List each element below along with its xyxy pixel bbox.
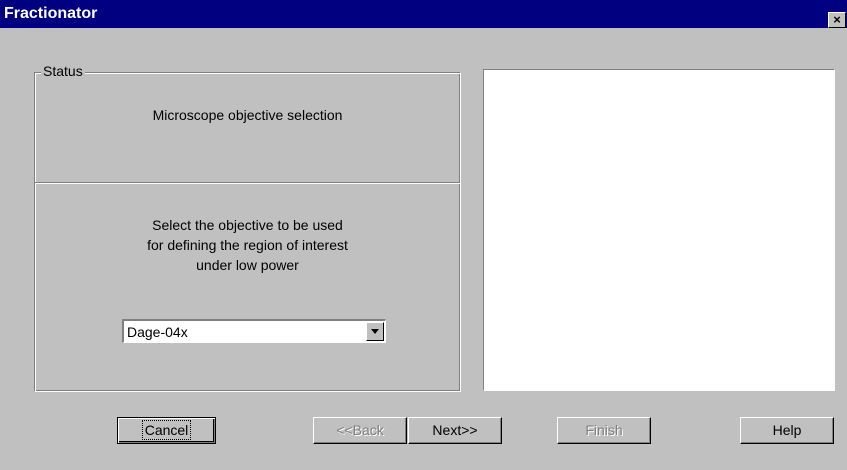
help-button-label: Help bbox=[772, 422, 802, 438]
instruction-text: Select the objective to be used for defi… bbox=[35, 215, 460, 275]
objective-select-value: Dage-04x bbox=[127, 324, 188, 340]
window-title: Fractionator bbox=[4, 5, 98, 22]
fractionator-dialog: Fractionator × Status Microscope objecti… bbox=[0, 0, 847, 470]
cancel-button[interactable]: Cancel bbox=[117, 417, 216, 444]
next-button-label: Next>> bbox=[432, 422, 478, 438]
finish-button[interactable]: Finish bbox=[557, 417, 651, 444]
triangle-down-icon bbox=[371, 329, 379, 334]
instruction-line-3: under low power bbox=[196, 257, 299, 273]
title-bar[interactable]: Fractionator × bbox=[0, 0, 847, 28]
back-button[interactable]: <<Back bbox=[313, 417, 407, 444]
close-button[interactable]: × bbox=[828, 12, 846, 28]
next-button[interactable]: Next>> bbox=[408, 417, 502, 444]
cancel-button-label: Cancel bbox=[141, 420, 192, 440]
status-divider bbox=[35, 182, 460, 184]
dropdown-button[interactable] bbox=[366, 322, 384, 341]
status-group-label: Status bbox=[41, 62, 85, 80]
back-button-label: <<Back bbox=[336, 422, 384, 438]
finish-button-label: Finish bbox=[585, 422, 623, 438]
help-button[interactable]: Help bbox=[740, 417, 834, 444]
objective-select[interactable]: Dage-04x bbox=[122, 319, 386, 343]
status-message: Microscope objective selection bbox=[152, 107, 343, 123]
close-icon: × bbox=[833, 12, 841, 27]
instruction-line-2: for defining the region of interest bbox=[147, 237, 348, 253]
preview-panel bbox=[483, 69, 835, 391]
instruction-line-1: Select the objective to be used bbox=[152, 217, 343, 233]
